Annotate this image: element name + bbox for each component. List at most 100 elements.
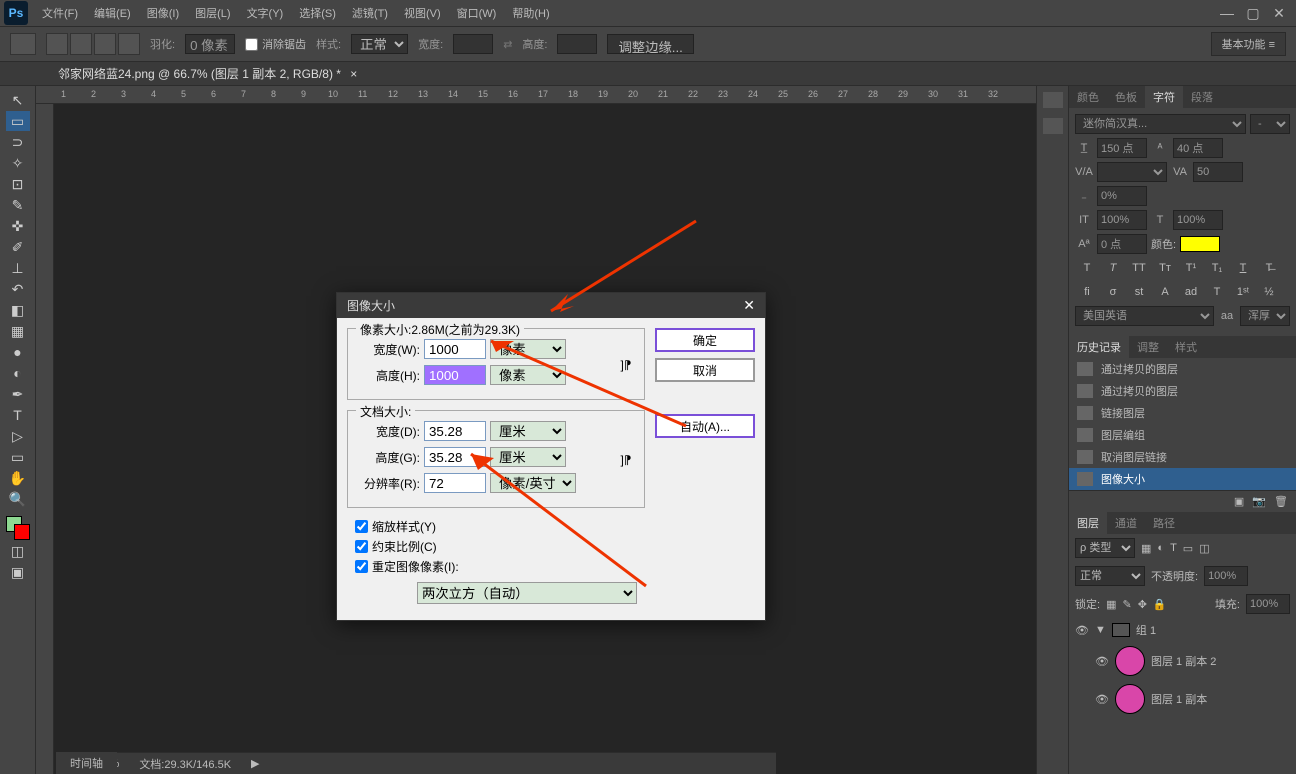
history-item[interactable]: 链接图层 [1069,402,1296,424]
ligature-button[interactable]: σ [1101,282,1125,302]
tab-swatches[interactable]: 色板 [1107,86,1145,108]
scale-styles-checkbox[interactable] [355,520,368,533]
tool-preset-icon[interactable] [10,33,36,55]
tab-paths[interactable]: 路径 [1145,512,1183,534]
layer-thumbnail[interactable] [1115,684,1145,714]
layer-filter-select[interactable]: ρ 类型 [1075,538,1135,558]
sc-button[interactable]: st [1127,282,1151,302]
path-select-tool[interactable]: ▷ [6,426,30,446]
underline-button[interactable]: T [1231,258,1255,278]
menu-window[interactable]: 窗口(W) [449,5,505,21]
history-item[interactable]: 图像大小 [1069,468,1296,490]
maximize-button[interactable]: ▢ [1240,3,1266,23]
tracking-input[interactable] [1193,162,1243,182]
menu-filter[interactable]: 滤镜(T) [344,5,396,21]
baseline-input[interactable] [1097,234,1147,254]
marquee-tool[interactable]: ▭ [6,111,30,131]
refine-edge-button[interactable]: 调整边缘... [607,34,693,54]
tab-history[interactable]: 历史记录 [1069,336,1129,358]
layer-row[interactable]: 👁 图层 1 副本 [1069,680,1296,718]
kerning-select[interactable] [1097,162,1167,182]
text-color-swatch[interactable] [1180,236,1220,252]
history-item[interactable]: 图层编组 [1069,424,1296,446]
new-selection-icon[interactable] [46,33,68,55]
doc-width-input[interactable] [424,421,486,441]
filter-smart-icon[interactable]: ◫ [1199,542,1209,555]
tab-styles[interactable]: 样式 [1167,336,1205,358]
width-input[interactable] [453,34,493,54]
tab-color[interactable]: 颜色 [1069,86,1107,108]
intersect-selection-icon[interactable] [118,33,140,55]
menu-help[interactable]: 帮助(H) [504,5,557,21]
1st-button[interactable]: 1ˢᵗ [1231,282,1255,302]
stamp-tool[interactable]: ⊥ [6,258,30,278]
doc-width-unit[interactable]: 厘米 [490,421,566,441]
caps-button[interactable]: TT [1127,258,1151,278]
tab-close-icon[interactable]: × [350,67,357,81]
crop-tool[interactable]: ⊡ [6,174,30,194]
h-scale-input[interactable] [1097,210,1147,230]
gradient-tool[interactable]: ▦ [6,321,30,341]
menu-file[interactable]: 文件(F) [34,5,86,21]
background-color[interactable] [14,524,30,540]
dialog-close-icon[interactable]: ✕ [743,297,755,314]
move-tool[interactable]: ↖ [6,90,30,110]
superscript-button[interactable]: T¹ [1179,258,1203,278]
history-item[interactable]: 通过拷贝的图层 [1069,380,1296,402]
half-button[interactable]: ½ [1257,282,1281,302]
opacity-input[interactable] [1204,566,1248,586]
leading-input[interactable] [1173,138,1223,158]
menu-select[interactable]: 选择(S) [291,5,344,21]
lock-pos-icon[interactable]: ✥ [1138,598,1147,611]
eyedropper-tool[interactable]: ✎ [6,195,30,215]
history-delete-icon[interactable]: 🗑 [1274,495,1288,508]
feather-input[interactable] [185,34,235,54]
dock-icon-1[interactable] [1043,92,1063,108]
type-tool[interactable]: T [6,405,30,425]
doc-link-icon[interactable]: ]⁋ [616,421,636,499]
lock-paint-icon[interactable]: ✎ [1122,598,1131,611]
height-input[interactable] [557,34,597,54]
add-selection-icon[interactable] [70,33,92,55]
dodge-tool[interactable]: ◐ [6,363,30,383]
lock-trans-icon[interactable]: ▦ [1106,598,1116,611]
tab-layers[interactable]: 图层 [1069,512,1107,534]
italic-button[interactable]: T [1101,258,1125,278]
cancel-button[interactable]: 取消 [655,358,755,382]
aa-select[interactable]: 浑厚 [1240,306,1290,326]
dialog-titlebar[interactable]: 图像大小 ✕ [337,293,765,318]
doc-info-display[interactable]: 文档:29.3K/146.5K [139,756,231,772]
fi-button[interactable]: fi [1075,282,1099,302]
close-button[interactable]: ✕ [1266,3,1292,23]
fill-input[interactable] [1246,594,1290,614]
subscript-button[interactable]: T₁ [1205,258,1229,278]
brush-tool[interactable]: ✐ [6,237,30,257]
px-width-unit[interactable]: 像素 [490,339,566,359]
menu-type[interactable]: 文字(Y) [239,5,292,21]
px-link-icon[interactable]: ]⁋ [616,339,636,391]
px-height-input[interactable] [424,365,486,385]
visibility-icon[interactable]: 👁 [1095,693,1109,706]
blend-mode-select[interactable]: 正常 [1075,566,1145,586]
font-size-input[interactable] [1097,138,1147,158]
layer-name[interactable]: 图层 1 副本 2 [1151,653,1216,669]
tab-adjustments[interactable]: 调整 [1129,336,1167,358]
filter-image-icon[interactable]: ▦ [1141,542,1151,555]
doc-height-unit[interactable]: 厘米 [490,447,566,467]
auto-button[interactable]: 自动(A)... [655,414,755,438]
scale-input[interactable] [1097,186,1147,206]
hand-tool[interactable]: ✋ [6,468,30,488]
filter-adj-icon[interactable]: ◐ [1157,542,1164,554]
doc-height-input[interactable] [424,447,486,467]
history-snapshot-icon[interactable]: ▣ [1234,495,1244,508]
minimize-button[interactable]: — [1214,3,1240,23]
resolution-unit[interactable]: 像素/英寸 [490,473,576,493]
menu-view[interactable]: 视图(V) [396,5,449,21]
zoom-tool[interactable]: 🔍 [6,489,30,509]
antialias-checkbox[interactable] [245,38,258,51]
aa-button[interactable]: A [1153,282,1177,302]
filter-shape-icon[interactable]: ▭ [1183,542,1193,555]
history-brush-tool[interactable]: ↶ [6,279,30,299]
tab-character[interactable]: 字符 [1145,86,1183,108]
document-tab[interactable]: 邻家网络蓝24.png @ 66.7% (图层 1 副本 2, RGB/8) *… [48,65,367,82]
